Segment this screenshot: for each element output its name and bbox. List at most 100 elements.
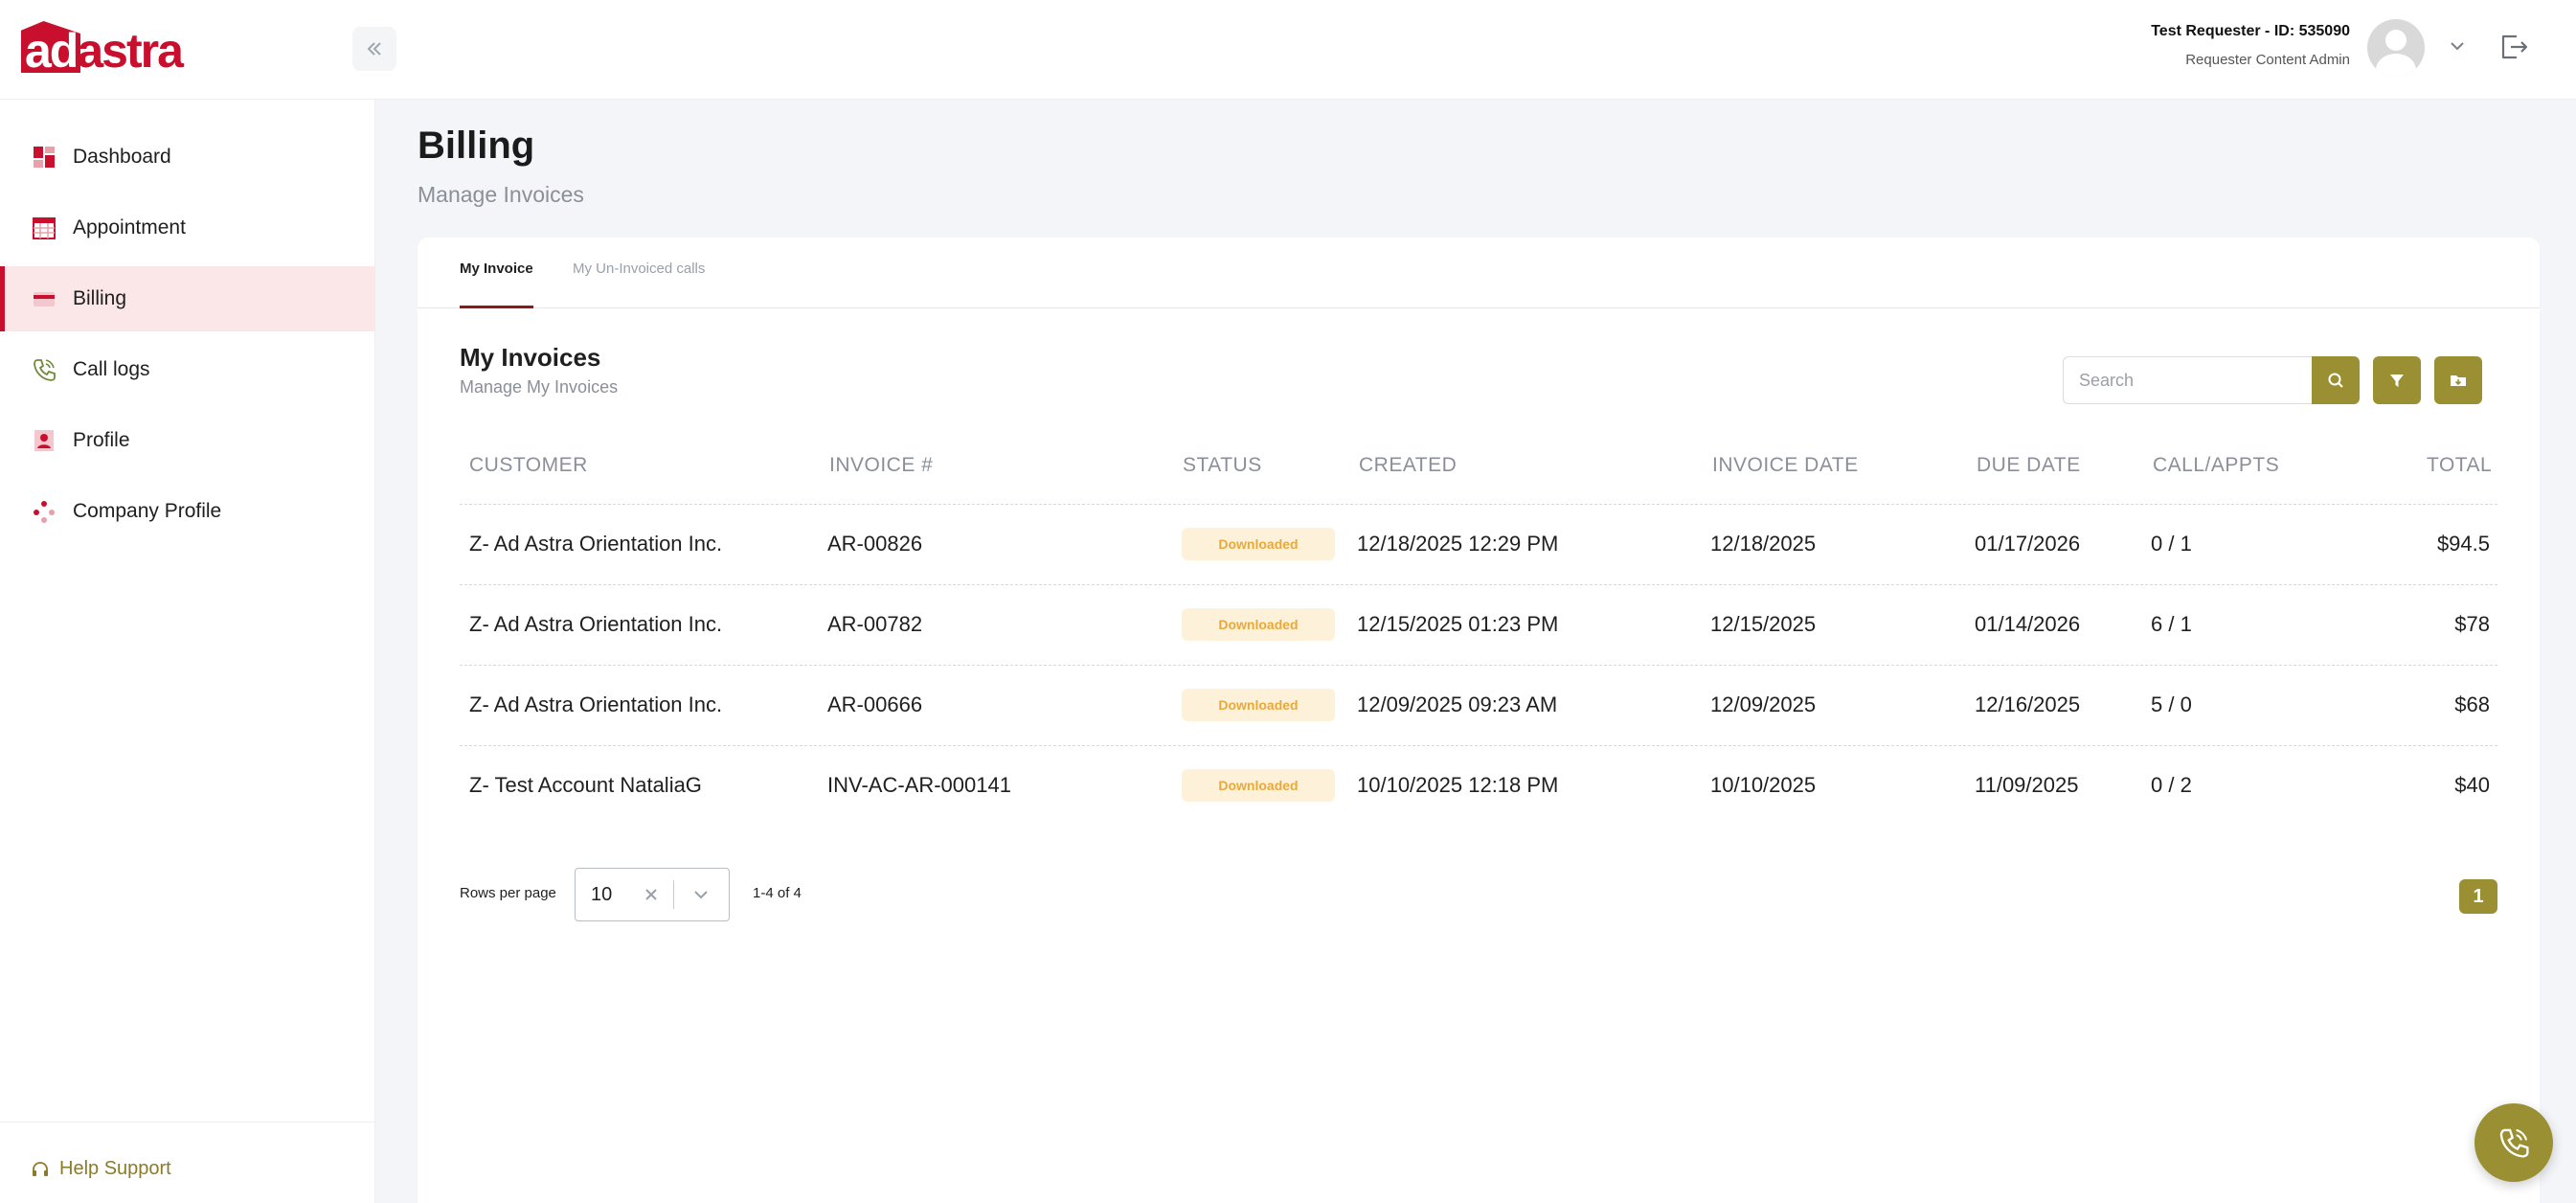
close-icon <box>645 889 657 900</box>
sidebar-item-label: Appointment <box>73 216 186 238</box>
sidebar-item-company-profile[interactable]: Company Profile <box>0 479 375 544</box>
invoices-card: My Invoice My Un-Invoiced calls My Invoi… <box>418 238 2540 1203</box>
sidebar-item-label: Profile <box>73 429 130 451</box>
sidebar-item-label: Company Profile <box>73 500 222 522</box>
rows-per-page-dropdown-toggle[interactable] <box>685 880 717 909</box>
cell-total: $94.5 <box>2436 532 2490 556</box>
cell-invoice-number[interactable]: AR-00782 <box>827 612 922 637</box>
phone-icon <box>31 356 57 383</box>
sidebar-item-billing[interactable]: Billing <box>0 266 375 331</box>
cell-calls-appts: 0 / 1 <box>2151 532 2192 556</box>
cell-invoice-date: 12/09/2025 <box>1710 692 1817 716</box>
page-title: Billing <box>418 125 535 167</box>
chevron-down-icon <box>2451 42 2464 51</box>
column-header-invoice-date[interactable]: INVOICE DATE <box>1712 454 1859 477</box>
sidebar-divider <box>0 1122 375 1123</box>
sidebar-item-label: Dashboard <box>73 146 171 168</box>
status-badge: Downloaded <box>1182 528 1335 560</box>
column-header-total[interactable]: TOTAL <box>2427 454 2492 477</box>
search-icon <box>2328 373 2343 388</box>
calendar-icon <box>31 215 57 241</box>
company-icon <box>31 498 57 525</box>
logout-button[interactable] <box>2497 31 2530 63</box>
search-input[interactable] <box>2064 357 2312 403</box>
filter-button[interactable] <box>2373 356 2421 404</box>
table-row[interactable]: Z- Test Account NataliaG INV-AC-AR-00014… <box>460 745 2497 826</box>
floating-call-button[interactable] <box>2474 1103 2553 1182</box>
cell-customer: Z- Ad Astra Orientation Inc. <box>469 612 723 636</box>
cell-due-date: 01/14/2026 <box>1975 612 2081 636</box>
page-button-current[interactable]: 1 <box>2459 879 2497 914</box>
cell-invoice-date: 12/18/2025 <box>1710 532 1817 556</box>
logo-ad: ad <box>25 24 79 78</box>
headset-icon <box>31 1160 50 1179</box>
column-header-due-date[interactable]: DUE DATE <box>1977 454 2081 477</box>
cell-invoice-number[interactable]: AR-00666 <box>827 692 922 717</box>
tab-my-invoice[interactable]: My Invoice <box>460 261 533 308</box>
adastra-logo[interactable]: adastra <box>21 21 193 78</box>
clear-selection-button[interactable] <box>637 880 666 909</box>
cell-invoice-date: 12/15/2025 <box>1710 612 1817 636</box>
cell-invoice-date: 10/10/2025 <box>1710 773 1817 797</box>
cell-calls-appts: 6 / 1 <box>2151 612 2192 636</box>
cell-invoice-number[interactable]: INV-AC-AR-000141 <box>827 773 1011 798</box>
dashboard-icon <box>31 144 57 170</box>
cell-due-date: 12/16/2025 <box>1975 692 2081 716</box>
cell-customer: Z- Ad Astra Orientation Inc. <box>469 692 723 716</box>
select-separator <box>673 880 674 909</box>
table-row[interactable]: Z- Ad Astra Orientation Inc. AR-00666 Do… <box>460 665 2497 745</box>
cell-customer: Z- Ad Astra Orientation Inc. <box>469 532 723 556</box>
avatar-body-shape <box>2376 54 2416 77</box>
column-header-status[interactable]: STATUS <box>1183 454 1262 477</box>
section-subtitle: Manage My Invoices <box>460 377 619 397</box>
export-button[interactable] <box>2434 356 2482 404</box>
double-chevron-left-icon <box>367 42 381 56</box>
top-header: adastra Test Requester - ID: 535090 Requ… <box>0 0 2576 100</box>
cell-created: 12/15/2025 01:23 PM <box>1357 612 1559 636</box>
sidebar-item-profile[interactable]: Profile <box>0 408 375 473</box>
cell-total: $40 <box>2454 773 2490 797</box>
rows-per-page-select[interactable]: 10 <box>575 868 730 921</box>
profile-card-icon <box>31 427 57 454</box>
rows-per-page-value: 10 <box>591 884 613 905</box>
column-header-call-appts[interactable]: CALL/APPTS <box>2153 454 2279 477</box>
tab-bar: My Invoice My Un-Invoiced calls <box>418 238 2540 308</box>
cell-created: 10/10/2025 12:18 PM <box>1357 773 1559 797</box>
rows-per-page-label: Rows per page <box>460 885 556 901</box>
search-button[interactable] <box>2312 356 2360 404</box>
user-role: Requester Content Admin <box>2185 52 2350 68</box>
table-row[interactable]: Z- Ad Astra Orientation Inc. AR-00782 Do… <box>460 584 2497 665</box>
logo-text: adastra <box>25 24 184 78</box>
cell-due-date: 01/17/2026 <box>1975 532 2081 556</box>
user-info: Test Requester - ID: 535090 Requester Co… <box>2151 21 2350 68</box>
tab-my-un-invoiced-calls[interactable]: My Un-Invoiced calls <box>573 261 705 308</box>
sidebar-item-label: Call logs <box>73 358 150 380</box>
phone-call-icon <box>2499 1128 2529 1158</box>
credit-card-icon <box>31 285 57 312</box>
cell-invoice-number[interactable]: AR-00826 <box>827 532 922 556</box>
page-subtitle: Manage Invoices <box>418 182 584 207</box>
column-header-customer[interactable]: CUSTOMER <box>469 454 588 477</box>
help-support-label: Help Support <box>59 1158 171 1179</box>
user-name: Test Requester - ID: 535090 <box>2151 23 2350 39</box>
cell-calls-appts: 0 / 2 <box>2151 773 2192 797</box>
sidebar-item-call-logs[interactable]: Call logs <box>0 337 375 402</box>
sidebar-item-dashboard[interactable]: Dashboard <box>0 125 375 190</box>
column-header-invoice[interactable]: INVOICE # <box>829 454 933 477</box>
sidebar: Dashboard Appointment Billing Call logs … <box>0 100 375 1203</box>
avatar[interactable] <box>2367 19 2425 77</box>
logo-astra: astra <box>77 24 184 78</box>
logout-icon <box>2501 34 2528 59</box>
cell-due-date: 11/09/2025 <box>1975 773 2079 797</box>
sidebar-item-appointment[interactable]: Appointment <box>0 195 375 261</box>
sidebar-item-label: Billing <box>73 287 127 309</box>
pagination-range: 1-4 of 4 <box>753 885 802 901</box>
folder-download-icon <box>2451 375 2466 386</box>
user-menu-toggle[interactable] <box>2446 34 2469 57</box>
column-header-created[interactable]: CREATED <box>1359 454 1457 477</box>
table-row[interactable]: Z- Ad Astra Orientation Inc. AR-00826 Do… <box>460 504 2497 584</box>
collapse-sidebar-button[interactable] <box>352 27 396 71</box>
status-badge: Downloaded <box>1182 608 1335 641</box>
help-support-link[interactable]: Help Support <box>31 1158 171 1180</box>
cell-total: $68 <box>2454 692 2490 716</box>
